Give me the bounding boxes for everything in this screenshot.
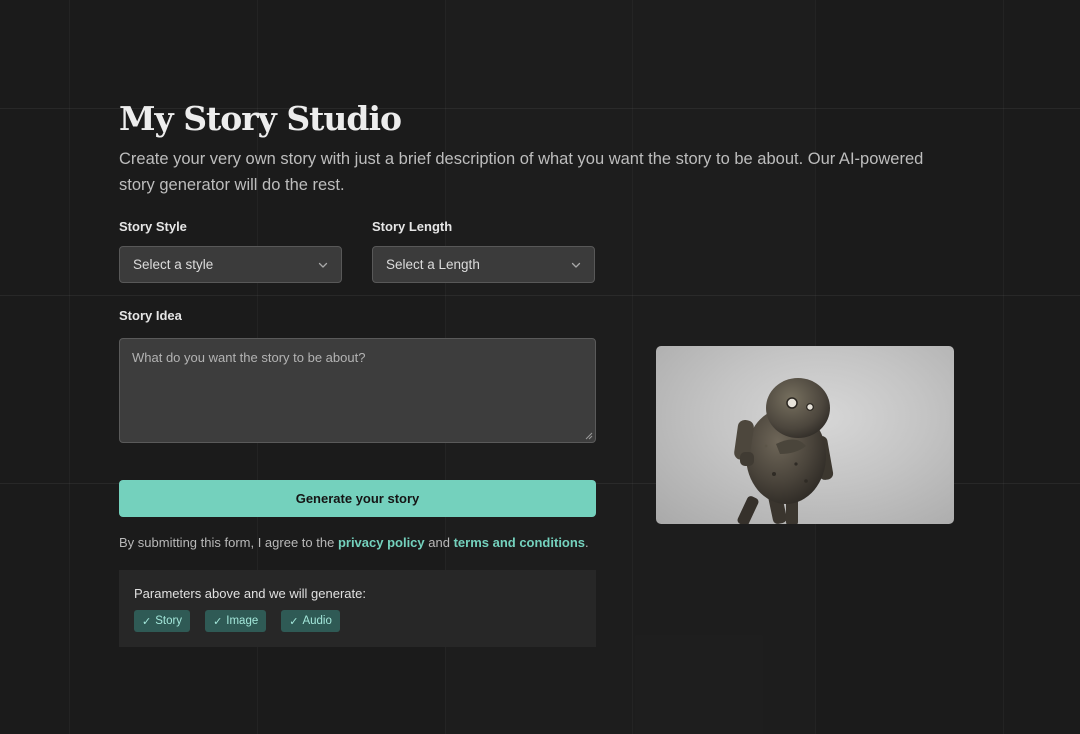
terms-link[interactable]: terms and conditions (454, 535, 585, 550)
story-style-label: Story Style (119, 219, 187, 234)
story-idea-placeholder: What do you want the story to be about? (132, 350, 366, 365)
chevron-down-icon (571, 262, 581, 268)
page-title: My Story Studio (119, 99, 402, 138)
story-style-value: Select a style (133, 257, 214, 272)
agreement-middle: and (424, 535, 454, 550)
story-length-field: Story Length Select a Length (372, 218, 595, 283)
check-icon: ✓ (289, 615, 299, 628)
privacy-policy-link[interactable]: privacy policy (338, 535, 425, 550)
form-column: Story Idea What do you want the story to… (119, 307, 596, 647)
parameters-panel: Parameters above and we will generate: ✓… (119, 570, 596, 647)
story-length-select[interactable]: Select a Length (372, 246, 595, 283)
badge-image: ✓ Image (205, 610, 267, 632)
badge-audio: ✓ Audio (281, 610, 340, 632)
story-style-field: Story Style Select a style (119, 218, 342, 283)
parameters-text: Parameters above and we will generate: (134, 586, 366, 601)
robot-illustration (656, 346, 954, 524)
story-length-value: Select a Length (386, 257, 480, 272)
check-icon: ✓ (142, 615, 152, 628)
story-style-select[interactable]: Select a style (119, 246, 342, 283)
output-badges: ✓ Story ✓ Image ✓ Audio (134, 610, 581, 632)
robot-figure (734, 378, 834, 524)
check-icon: ✓ (213, 615, 223, 628)
page-subtitle: Create your very own story with just a b… (119, 150, 924, 194)
resize-handle-icon[interactable] (585, 432, 593, 440)
story-studio-main: My Story Studio Create your very own sto… (119, 98, 954, 647)
badge-story: ✓ Story (134, 610, 191, 632)
generate-story-button[interactable]: Generate your story (119, 480, 596, 517)
agreement-suffix: . (585, 535, 589, 550)
story-length-label: Story Length (372, 219, 453, 234)
chevron-down-icon (318, 262, 328, 268)
lower-section: Story Idea What do you want the story to… (119, 307, 954, 647)
story-idea-label: Story Idea (119, 308, 182, 323)
badge-label: Audio (302, 615, 332, 627)
agreement-text: By submitting this form, I agree to the … (119, 535, 596, 551)
story-idea-input[interactable]: What do you want the story to be about? (119, 338, 596, 443)
badge-label: Story (155, 615, 183, 627)
badge-label: Image (226, 615, 259, 627)
options-row: Story Style Select a style Story Length … (119, 218, 954, 283)
agreement-prefix: By submitting this form, I agree to the (119, 535, 338, 550)
